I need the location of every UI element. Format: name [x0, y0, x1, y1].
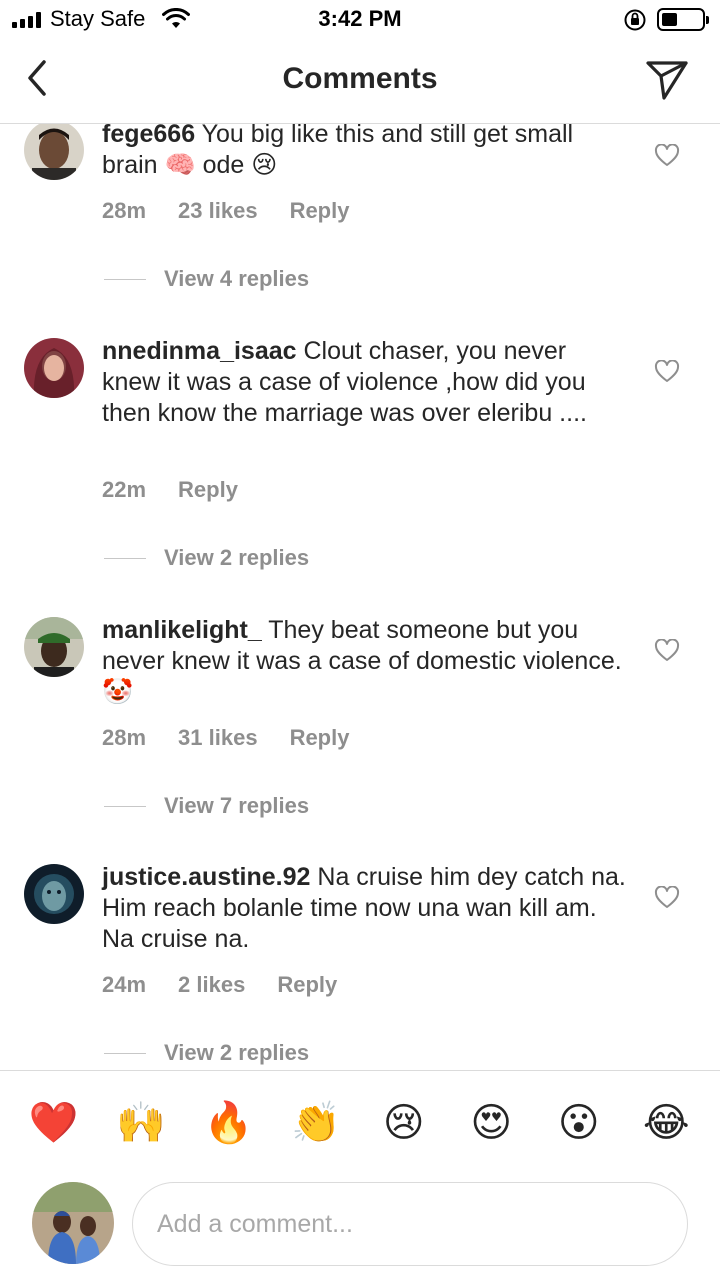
comment-time: 28m — [102, 725, 147, 750]
chevron-left-icon[interactable] — [22, 58, 56, 98]
comment-username[interactable]: fege666 — [102, 124, 195, 148]
send-icon[interactable] — [644, 58, 690, 102]
avatar[interactable] — [24, 864, 84, 924]
comment-time: 28m — [102, 198, 147, 223]
heart-icon[interactable] — [654, 144, 680, 168]
view-replies-label: View 2 replies — [164, 545, 310, 570]
heart-icon[interactable] — [654, 639, 680, 663]
header: Comments — [0, 40, 720, 124]
comment-text: manlikelight_ They beat someone but you … — [102, 615, 630, 708]
comment-username[interactable]: nnedinma_isaac — [102, 337, 297, 365]
comment-meta: 24m 2 likes Reply — [102, 972, 337, 998]
comment-meta: 28m 23 likes Reply — [102, 198, 349, 224]
orientation-lock-icon — [624, 9, 646, 31]
emoji-fire-button[interactable]: 🔥 — [201, 1095, 257, 1151]
status-time: 3:42 PM — [318, 6, 402, 31]
comment-text: fege666 You big like this and still get … — [102, 124, 630, 181]
avatar[interactable] — [24, 124, 84, 180]
divider — [104, 805, 146, 807]
comment-username[interactable]: manlikelight_ — [102, 616, 262, 644]
emoji-heart-button[interactable]: ❤️ — [26, 1095, 82, 1151]
view-replies-button[interactable]: View 2 replies — [104, 545, 309, 571]
comment-likes[interactable]: 2 likes — [178, 972, 245, 998]
status-bar: Stay Safe 3:42 PM — [0, 0, 720, 40]
view-replies-label: View 7 replies — [164, 793, 310, 818]
comment-likes[interactable]: 31 likes — [178, 725, 258, 751]
emoji-bar: ❤️ 🙌 🔥 👏 😢 😍 😮 😂 — [0, 1070, 720, 1174]
comment-input[interactable] — [132, 1182, 688, 1266]
emoji-heart-eyes-button[interactable]: 😍 — [463, 1095, 519, 1151]
comment-meta: 28m 31 likes Reply — [102, 725, 349, 751]
heart-icon[interactable] — [654, 886, 680, 910]
heart-icon[interactable] — [654, 360, 680, 384]
comment-text: nnedinma_isaac Clout chaser, you never k… — [102, 336, 630, 429]
comment-text: justice.austine.92 Na cruise him dey cat… — [102, 862, 630, 955]
comments-list[interactable]: fege666 You big like this and still get … — [0, 124, 720, 1070]
avatar[interactable] — [24, 617, 84, 677]
reply-button[interactable]: Reply — [277, 972, 337, 998]
battery-icon — [657, 8, 709, 31]
comment-username[interactable]: justice.austine.92 — [102, 863, 310, 891]
reply-button[interactable]: Reply — [290, 725, 350, 751]
avatar — [32, 1182, 114, 1264]
view-replies-button[interactable]: View 2 replies — [104, 1040, 309, 1066]
comment-composer — [0, 1174, 720, 1280]
comment-meta: 22m Reply — [102, 477, 238, 503]
divider — [104, 278, 146, 280]
divider — [104, 557, 146, 559]
view-replies-button[interactable]: View 4 replies — [104, 266, 309, 292]
emoji-raised-hands-button[interactable]: 🙌 — [113, 1095, 169, 1151]
avatar[interactable] — [24, 338, 84, 398]
comment-likes[interactable]: 23 likes — [178, 198, 258, 224]
emoji-crying-button[interactable]: 😢 — [376, 1095, 432, 1151]
divider — [104, 1052, 146, 1054]
view-replies-label: View 2 replies — [164, 1040, 310, 1065]
emoji-laughing-button[interactable]: 😂 — [638, 1095, 694, 1151]
emoji-surprised-button[interactable]: 😮 — [551, 1095, 607, 1151]
reply-button[interactable]: Reply — [290, 198, 350, 224]
comment-time: 22m — [102, 477, 147, 502]
view-replies-label: View 4 replies — [164, 266, 310, 291]
emoji-clap-button[interactable]: 👏 — [288, 1095, 344, 1151]
view-replies-button[interactable]: View 7 replies — [104, 793, 309, 819]
comment-time: 24m — [102, 972, 147, 997]
page-title: Comments — [282, 62, 438, 95]
reply-button[interactable]: Reply — [178, 477, 238, 503]
